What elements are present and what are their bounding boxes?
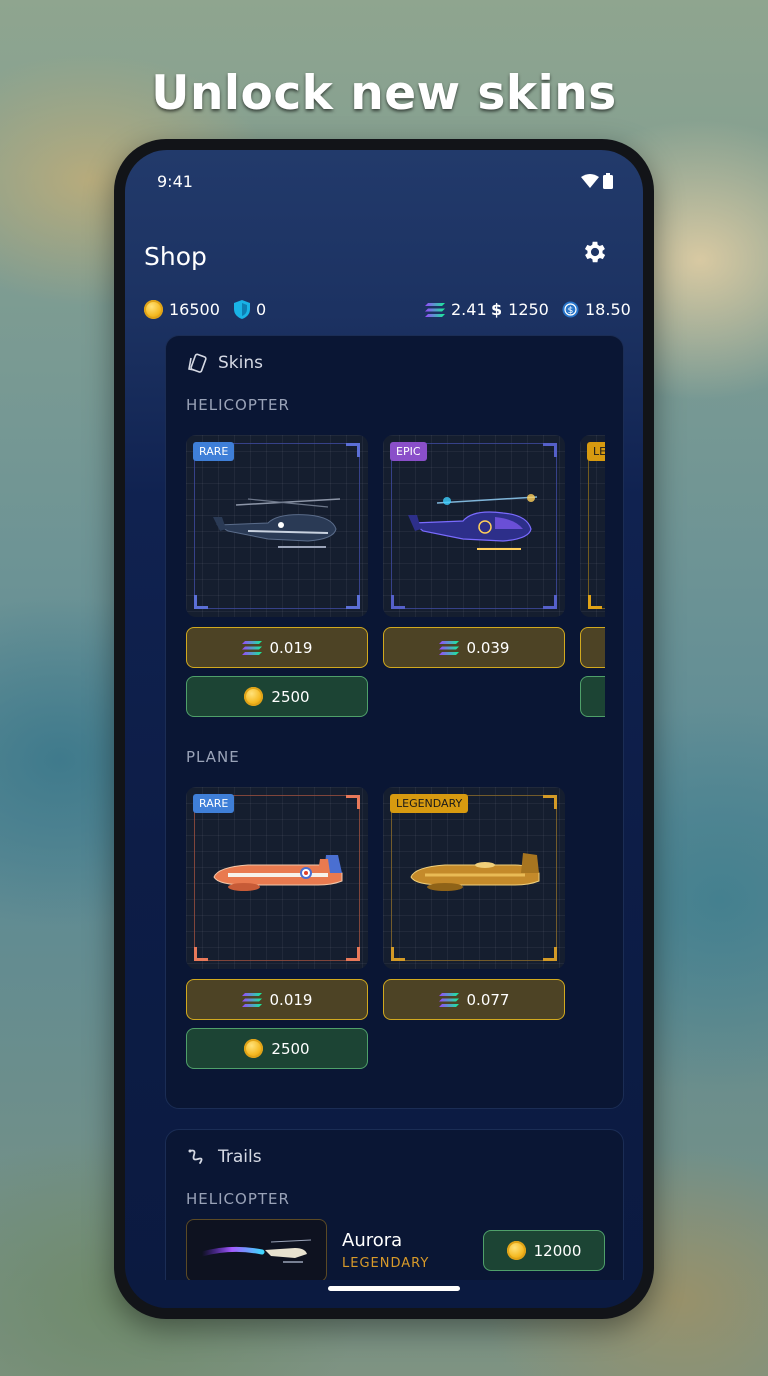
plane-section-label: PLANE [186, 748, 240, 766]
phone-frame: 9:41 Shop 16500 0 2.41 $ 1250 $ 18.50 Sk… [114, 139, 654, 1319]
trail-icon [188, 1149, 203, 1164]
tile-corner [194, 595, 208, 609]
coin-icon [244, 687, 264, 706]
tile-corner [346, 795, 360, 809]
helicopter-image [213, 498, 341, 548]
page-title: Shop [144, 242, 207, 271]
rarity-badge: LEGENDARY [390, 794, 469, 813]
gear-icon[interactable] [581, 238, 609, 266]
headline: Unlock new skins [151, 66, 617, 121]
skin-tile-plane-rare[interactable]: RARE [186, 787, 368, 969]
helicopter-section-label: HELICOPTER [186, 396, 290, 414]
skin-tile-helicopter-legendary[interactable]: LE [580, 435, 605, 617]
trail-name: Aurora [342, 1230, 403, 1251]
buy-sol-button[interactable]: 0.039 [383, 627, 565, 668]
tile-corner [391, 947, 405, 961]
aurora-trail-image [199, 1239, 312, 1263]
solana-icon [438, 640, 459, 655]
buy-coin-button[interactable]: 2500 [186, 676, 368, 717]
usdc-balance: $ 18.50 [562, 300, 631, 319]
coin-price: 2500 [271, 687, 310, 706]
tile-corner [194, 947, 208, 961]
helicopter-image [408, 494, 538, 550]
dollar-balance-value: 1250 [508, 300, 549, 319]
tile-corner [391, 595, 405, 609]
rarity-badge: RARE [193, 442, 235, 461]
buy-coin-button[interactable] [580, 676, 605, 717]
svg-text:$: $ [568, 306, 574, 316]
rarity-badge: LE [587, 442, 605, 461]
tile-corner [588, 595, 602, 609]
buy-coin-button[interactable]: 2500 [186, 1028, 368, 1069]
trail-preview-image[interactable] [186, 1219, 327, 1282]
tile-corner [346, 947, 360, 961]
buy-sol-button[interactable]: 0.019 [186, 979, 368, 1020]
skins-title: Skins [218, 353, 263, 373]
coin-balance: 16500 [144, 300, 220, 319]
clipped-tile-wrapper: LE [580, 435, 605, 725]
shield-balance-value: 0 [256, 300, 267, 319]
status-icons [581, 173, 613, 189]
tile-corner [346, 595, 360, 609]
skin-tile-helicopter-rare[interactable]: RARE [186, 435, 368, 617]
coin-balance-value: 16500 [169, 300, 220, 319]
sol-price: 0.039 [466, 638, 510, 657]
tile-corner [543, 595, 557, 609]
plane-image [213, 855, 343, 891]
skins-card: Skins HELICOPTER RARE 0.019 2500 EPIC 0.… [165, 335, 624, 1109]
coin-icon [144, 300, 163, 319]
solana-icon [438, 992, 459, 1007]
rarity-badge: RARE [193, 794, 235, 813]
bottom-nav-area [125, 1280, 643, 1308]
sol-price: 0.077 [466, 990, 510, 1009]
home-indicator[interactable] [328, 1286, 460, 1291]
currency-bar: 16500 0 2.41 $ 1250 $ 18.50 [144, 300, 631, 322]
wifi-icon [581, 174, 599, 188]
buy-sol-button[interactable]: 0.019 [186, 627, 368, 668]
status-bar: 9:41 [157, 172, 613, 192]
skins-header: Skins [186, 353, 263, 373]
dollar-icon: $ [491, 300, 503, 319]
sol-price: 0.019 [269, 638, 313, 657]
shield-icon [234, 300, 250, 319]
cards-icon [188, 353, 207, 373]
solana-icon [425, 302, 445, 317]
battery-icon [603, 173, 613, 189]
coin-icon [506, 1241, 526, 1260]
tile-corner [543, 443, 557, 457]
sol-price: 0.019 [269, 990, 313, 1009]
skin-tile-helicopter-epic[interactable]: EPIC [383, 435, 565, 617]
status-time: 9:41 [157, 172, 193, 191]
sol-balance-value: 2.41 [451, 300, 487, 319]
dollar-balance: $ 1250 [491, 300, 549, 319]
coin-price: 2500 [271, 1039, 310, 1058]
tile-corner [543, 947, 557, 961]
coin-icon [244, 1039, 264, 1058]
buy-trail-button[interactable]: 12000 [483, 1230, 605, 1271]
trails-header: Trails [186, 1147, 262, 1167]
tile-corner [346, 443, 360, 457]
usdc-icon: $ [562, 301, 579, 318]
shield-balance: 0 [234, 300, 266, 319]
usdc-balance-value: 18.50 [585, 300, 631, 319]
solana-icon [241, 992, 262, 1007]
tile-frame [588, 443, 605, 609]
plane-image [410, 853, 540, 891]
buy-sol-button[interactable]: 0.077 [383, 979, 565, 1020]
solana-icon [241, 640, 262, 655]
trails-helicopter-label: HELICOPTER [186, 1190, 290, 1208]
skin-tile-plane-legendary[interactable]: LEGENDARY [383, 787, 565, 969]
tile-corner [543, 795, 557, 809]
app-screen: 9:41 Shop 16500 0 2.41 $ 1250 $ 18.50 Sk… [125, 150, 643, 1308]
sol-balance: 2.41 [425, 300, 487, 319]
trails-title: Trails [218, 1147, 262, 1167]
buy-sol-button[interactable] [580, 627, 605, 668]
trail-rarity: LEGENDARY [342, 1256, 430, 1271]
trail-price: 12000 [533, 1241, 582, 1260]
rarity-badge: EPIC [390, 442, 427, 461]
